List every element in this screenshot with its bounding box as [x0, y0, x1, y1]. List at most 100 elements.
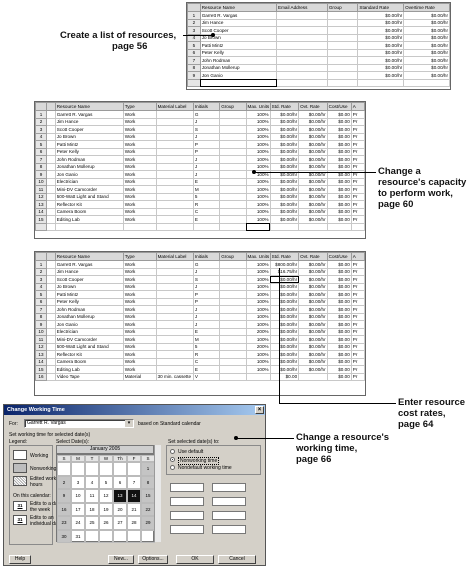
table-cell[interactable]: $0.00/hr [403, 56, 450, 65]
table-cell[interactable]: $0.00/hr [298, 350, 328, 359]
table-cell[interactable]: Work [122, 170, 157, 179]
table-cell[interactable] [326, 33, 359, 42]
table-cell[interactable]: $0.00/hr [298, 260, 328, 269]
table-cell[interactable]: Work [122, 342, 157, 351]
table-cell[interactable] [350, 222, 365, 231]
table-cell[interactable]: Jim Hance [54, 267, 124, 276]
table-cell[interactable]: 100% [245, 192, 271, 201]
table-cell[interactable]: E [192, 177, 221, 186]
column-header[interactable]: Std. Rate [269, 252, 300, 261]
table-cell[interactable] [219, 162, 247, 171]
table-cell[interactable] [45, 215, 56, 224]
table-cell[interactable]: $0.00/hr [403, 48, 450, 57]
table-cell[interactable]: J [192, 312, 221, 321]
table-cell[interactable]: $0.00 [326, 177, 352, 186]
table-cell[interactable]: $0.00/hr [357, 33, 405, 42]
table-cell[interactable]: $0.00 [326, 215, 352, 224]
table-cell[interactable]: $0.00 [326, 110, 352, 119]
table-cell[interactable] [276, 48, 328, 57]
table-cell[interactable]: 100% [245, 207, 271, 216]
table-cell[interactable]: 100% [245, 260, 271, 269]
table-row[interactable]: 9 Jon Ganio Work J 100% $0.00/hr $0.00/hr $0.00… [35, 320, 365, 329]
table-cell[interactable]: Work [122, 117, 157, 126]
table-cell[interactable]: $0.00 [326, 335, 352, 344]
table-cell[interactable] [269, 222, 300, 231]
table-cell[interactable] [155, 305, 194, 314]
table-cell[interactable]: J [192, 282, 221, 291]
table-cell[interactable]: $0.00/hr [269, 312, 300, 321]
table-cell[interactable]: $0.00 [326, 350, 352, 359]
table-cell[interactable]: Pr [350, 200, 365, 209]
table-cell[interactable]: Pr [350, 357, 365, 366]
table-cell[interactable] [219, 110, 247, 119]
table-cell[interactable] [326, 48, 359, 57]
ok-button[interactable]: OK [176, 555, 214, 564]
table-cell[interactable]: $0.00/hr [298, 275, 328, 284]
table-cell[interactable]: Pr [350, 125, 365, 134]
table-cell[interactable]: Pr [350, 312, 365, 321]
table-cell[interactable] [276, 33, 328, 42]
table-cell[interactable] [357, 78, 405, 87]
table-cell[interactable]: $0.00/hr [357, 41, 405, 50]
table-cell[interactable]: 100% [245, 312, 271, 321]
table-cell[interactable]: Pr [350, 335, 365, 344]
table-cell[interactable] [276, 11, 328, 20]
table-cell[interactable]: Work [122, 305, 157, 314]
table-cell[interactable]: V [192, 372, 221, 381]
table-cell[interactable]: John Rodman [54, 155, 124, 164]
column-header[interactable]: Group [219, 252, 247, 261]
table-cell[interactable]: Pr [350, 162, 365, 171]
table-cell[interactable]: Work [122, 215, 157, 224]
to-time-2[interactable] [212, 497, 246, 506]
calendar-day[interactable]: 17 [71, 502, 85, 516]
table-cell[interactable] [219, 192, 247, 201]
table-cell[interactable] [45, 357, 56, 366]
table-cell[interactable]: Jonathan Mollerup [54, 312, 124, 321]
table-cell[interactable]: $0.00/hr [269, 320, 300, 329]
table-cell[interactable]: $0.00/hr [357, 71, 405, 80]
table-cell[interactable]: C [192, 207, 221, 216]
table-cell[interactable]: Jo Brown [54, 282, 124, 291]
table-cell[interactable]: 5 [192, 192, 221, 201]
table-cell[interactable]: Pr [350, 147, 365, 156]
table-cell[interactable]: R [192, 350, 221, 359]
calendar-day[interactable]: 25 [85, 516, 99, 530]
table-cell[interactable] [155, 342, 194, 351]
table-cell[interactable] [45, 372, 56, 381]
table-cell[interactable]: $0.00 [269, 372, 300, 381]
column-header[interactable]: Material Label [155, 102, 194, 111]
column-header[interactable] [35, 252, 47, 261]
table-cell[interactable]: Work [122, 267, 157, 276]
table-cell[interactable]: Pr [350, 290, 365, 299]
table-row[interactable]: 10 Electrician Work E 200% $0.00/hr $0.00/hr $0… [35, 327, 365, 336]
table-row[interactable]: 12 500-Watt Light and Stand Work 5 200% $0.00… [35, 342, 365, 351]
column-header[interactable]: Group [326, 3, 359, 12]
table-cell[interactable]: M [192, 335, 221, 344]
calendar-day[interactable]: 23 [57, 516, 71, 530]
table-cell[interactable]: R [192, 200, 221, 209]
table-cell[interactable]: Jim Hance [54, 117, 124, 126]
table-cell[interactable] [219, 320, 247, 329]
calendar-day[interactable]: 2 [57, 475, 71, 489]
chevron-down-icon[interactable]: ▾ [125, 420, 133, 427]
table-cell[interactable] [45, 117, 56, 126]
table-cell[interactable] [45, 305, 56, 314]
table-cell[interactable]: Mini-DV Camcorder [54, 335, 124, 344]
column-header[interactable]: Initials [192, 252, 221, 261]
table-cell[interactable] [45, 222, 56, 231]
column-header[interactable]: Standard Rate [357, 3, 405, 12]
table-cell[interactable]: $0.00/hr [269, 200, 300, 209]
table-cell[interactable]: J [192, 170, 221, 179]
table-cell[interactable]: $0.00/hr [357, 48, 405, 57]
table-cell[interactable] [45, 170, 56, 179]
table-cell[interactable] [219, 290, 247, 299]
table-cell[interactable] [45, 320, 56, 329]
table-cell[interactable]: Pr [350, 342, 365, 351]
table-cell[interactable]: Electrician [54, 327, 124, 336]
calendar-day[interactable]: 6 [113, 475, 127, 489]
calendar-day[interactable]: 15 [141, 489, 155, 503]
table-row[interactable]: 6 Peter Kelly Work P 100% $0.00/hr $0.00/hr $0.… [35, 147, 365, 156]
calendar-day[interactable]: 31 [71, 529, 85, 543]
table-cell[interactable]: Camera Boom [54, 357, 124, 366]
table-cell[interactable]: 200% [245, 342, 271, 351]
